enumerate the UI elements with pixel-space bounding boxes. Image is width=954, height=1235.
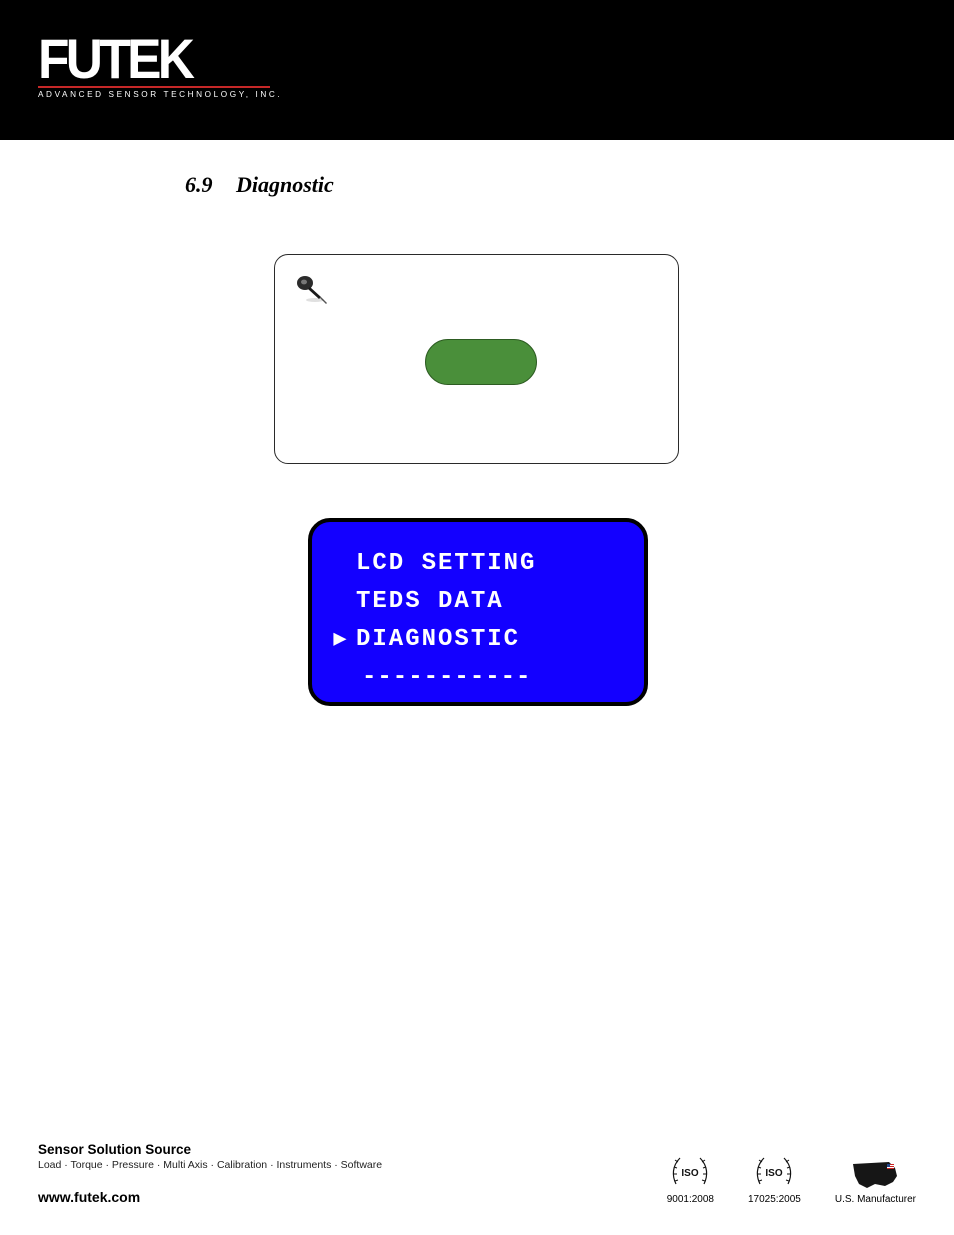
brand-word: FUTEK (38, 34, 263, 84)
lcd-row-4: ----------- (326, 658, 630, 696)
svg-text:ISO: ISO (766, 1168, 783, 1179)
footer-badges: ISO 9001:2008 ISO 17025:2005 (667, 1154, 916, 1205)
badge-iso17025: ISO 17025:2005 (748, 1154, 801, 1205)
laurel-iso-icon: ISO (752, 1154, 796, 1190)
pushpin-icon (293, 273, 337, 309)
lcd-row-1: LCD SETTING (326, 544, 630, 582)
lcd-display: LCD SETTING TEDS DATA ▶ DIAGNOSTIC -----… (308, 518, 648, 706)
lcd-text: ----------- (362, 664, 531, 691)
lcd-text: DIAGNOSTIC (356, 626, 520, 653)
laurel-iso-icon: ISO (668, 1154, 712, 1190)
brand-logo: FUTEK ADVANCED SENSOR TECHNOLOGY, INC. (38, 34, 282, 99)
lcd-row-3: ▶ DIAGNOSTIC (326, 620, 630, 658)
badge-label: U.S. Manufacturer (835, 1194, 916, 1205)
header-band: FUTEK ADVANCED SENSOR TECHNOLOGY, INC. (0, 0, 954, 140)
section-heading: 6.9 Diagnostic (185, 172, 334, 198)
section-number: 6.9 (185, 172, 213, 197)
badge-iso9001: ISO 9001:2008 (667, 1154, 714, 1205)
badge-label: 9001:2008 (667, 1194, 714, 1205)
row-marker-active: ▶ (326, 626, 356, 652)
section-title: Diagnostic (236, 172, 334, 197)
brand-tagline: ADVANCED SENSOR TECHNOLOGY, INC. (38, 90, 282, 99)
lcd-text: LCD SETTING (356, 550, 536, 577)
page-footer: Sensor Solution Source Load · Torque · P… (38, 1142, 916, 1205)
us-map-icon (849, 1158, 901, 1190)
note-card (274, 254, 679, 464)
badge-us-manufacturer: U.S. Manufacturer (835, 1158, 916, 1205)
lcd-text: TEDS DATA (356, 588, 504, 615)
svg-text:ISO: ISO (682, 1168, 699, 1179)
lcd-row-2: TEDS DATA (326, 582, 630, 620)
green-pill-button[interactable] (425, 339, 537, 385)
badge-label: 17025:2005 (748, 1194, 801, 1205)
